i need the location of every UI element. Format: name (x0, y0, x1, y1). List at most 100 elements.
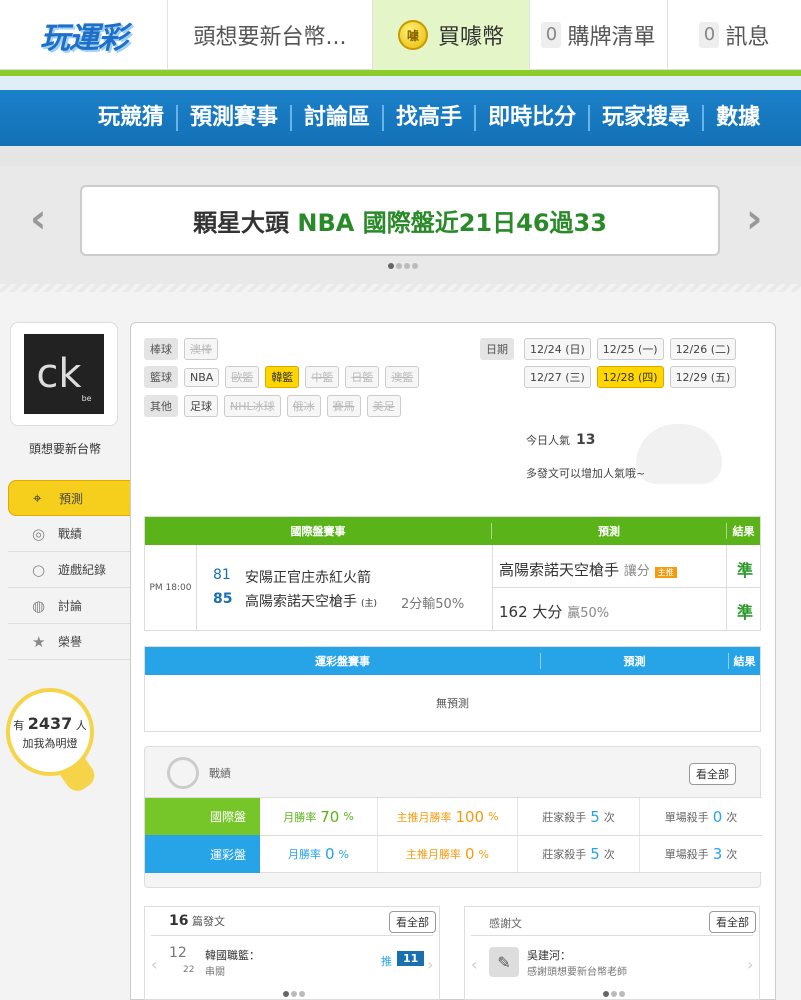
header-cell: 預測 (541, 653, 729, 669)
filter-chip[interactable]: 日籃 (345, 366, 380, 388)
filter-chip[interactable]: NBA (184, 367, 220, 387)
thanks-panel: 感謝文 看全部 ‹ › ✎ 吳建河： 感謝頭想要新台幣老師 (464, 906, 760, 1000)
menu-item-record[interactable]: ◎ 戰績 (8, 516, 130, 552)
nav-item-player-search[interactable]: 玩家搜尋 (588, 105, 702, 131)
banner-prev-icon[interactable]: ‹ (30, 196, 46, 242)
popularity-note: 多發文可以增加人氣哦~ (526, 467, 646, 480)
table-header: 國際盤賽事 預測 結果 (145, 517, 760, 545)
pick-divider (493, 587, 728, 588)
date-chip[interactable]: 12/27 (三) (524, 366, 591, 388)
avatar[interactable]: ck be (10, 322, 118, 426)
stat-value: 5 (590, 845, 600, 863)
stat-label: 主推月勝率 (396, 810, 452, 824)
stat-value: 100 (455, 807, 485, 826)
banner-prefix: 顆星大頭 (193, 209, 290, 237)
menu-item-discuss[interactable]: ◍ 討論 (8, 588, 130, 624)
thanks-author-avatar-icon[interactable]: ✎ (489, 947, 519, 977)
team1-score: 81 (213, 567, 231, 583)
table-header: 運彩盤賽事 預測 結果 (145, 647, 760, 675)
posts-prev-icon[interactable]: ‹ (151, 955, 157, 974)
date-label: 日期 (480, 338, 514, 360)
pager-dot[interactable] (404, 263, 410, 269)
date-chip[interactable]: 12/24 (日) (524, 338, 591, 360)
record-panel: 戰績 看全部 國際盤 月勝率 70% 主推月勝率 100% 莊家殺手 5 次 單場殺手 0… (144, 746, 762, 888)
date-chip[interactable]: 12/26 (二) (669, 338, 737, 360)
posts-next-icon[interactable]: › (427, 955, 433, 974)
cart-button[interactable]: 0 購牌清單 (530, 0, 668, 70)
discuss-icon: ◍ (32, 596, 46, 615)
cart-label: 購牌清單 (567, 25, 656, 50)
nav-item-experts[interactable]: 找高手 (382, 105, 474, 131)
menu-item-game-log[interactable]: ○ 遊戲紀錄 (8, 552, 130, 588)
profile-name: 頭想要新台幣 (28, 442, 101, 456)
filter-chip[interactable]: NHL冰球 (224, 395, 281, 417)
nav-item-forum[interactable]: 討論區 (290, 105, 382, 131)
nav-item-predict[interactable]: 預測賽事 (176, 105, 290, 131)
pager-dot[interactable] (388, 263, 394, 269)
header-cell: 運彩盤賽事 (145, 653, 541, 669)
stat-value: 3 (712, 845, 723, 863)
banner-next-icon[interactable]: › (746, 196, 762, 242)
record-row-lottery: 運彩盤 月勝率 0% 主推月勝率 0% 莊家殺手 5 次 單場殺手 3 次 (145, 835, 762, 873)
thanks-title: 感謝文 (489, 917, 522, 930)
post-title[interactable]: 韓國職籃： (205, 947, 260, 963)
messages-button[interactable]: 0 訊息 (668, 0, 801, 70)
filter-label: 其他 (144, 395, 178, 417)
stat-label: 莊家殺手 (542, 810, 587, 824)
thanks-view-all-button[interactable]: 看全部 (709, 911, 756, 933)
record-tag: 運彩盤 (145, 835, 260, 873)
team2-line: 高陽索諾天空槍手 (主) (245, 591, 377, 611)
stat-value: 70 (320, 807, 340, 826)
nav-item-live-score[interactable]: 即時比分 (474, 105, 588, 131)
filter-chip[interactable]: 美足 (366, 395, 401, 417)
pager-dot[interactable] (603, 991, 609, 997)
fans-count-line: 有 2437 人 (13, 714, 87, 733)
filter-chip[interactable]: 歐籃 (225, 366, 260, 388)
pick2-value: 162 大分 (499, 603, 563, 621)
filter-chip[interactable]: 澳籃 (385, 366, 420, 388)
nav-item-data[interactable]: 數據 (702, 105, 772, 131)
follow-bulb-button[interactable]: 有 2437 人 加我為明燈 (6, 688, 94, 776)
pager-dot[interactable] (283, 991, 289, 997)
featured-win-rate: 主推月勝率 0% (378, 835, 518, 873)
menu-item-honor[interactable]: ★ 榮譽 (8, 624, 130, 660)
filter-chip[interactable]: 俄冰 (286, 395, 321, 417)
filter-chip[interactable]: 澳棒 (184, 338, 218, 360)
pager-dot[interactable] (619, 991, 625, 997)
fans-suffix: 人 (75, 718, 87, 732)
record-view-all-button[interactable]: 看全部 (689, 763, 736, 785)
user-menu[interactable]: 頭想要新台幣... (168, 0, 373, 70)
pager-dot[interactable] (412, 263, 418, 269)
avatar-image: ck be (24, 334, 104, 414)
team2-score: 85 (213, 591, 233, 607)
intl-predictions-table: 國際盤賽事 預測 結果 PM 18:00 81 安陽正官庄赤紅火箭 85 高陽索… (144, 516, 761, 631)
filter-chip[interactable]: 足球 (184, 395, 218, 417)
stat-unit: % (343, 810, 354, 823)
thanks-prev-icon[interactable]: ‹ (471, 955, 477, 974)
fans-prefix: 有 (13, 718, 25, 732)
filter-chip-selected[interactable]: 韓籃 (265, 366, 300, 388)
pager-dot[interactable] (291, 991, 297, 997)
pager-dot[interactable] (299, 991, 305, 997)
thanks-text: 感謝頭想要新台幣老師 (527, 967, 627, 978)
date-chip[interactable]: 12/29 (五) (669, 366, 737, 388)
coin-icon: 噱 (397, 20, 428, 50)
stat-unit: % (478, 847, 489, 861)
menu-item-label: 戰績 (58, 527, 83, 541)
date-filter-row1: 日期 12/24 (日) 12/25 (一) 12/26 (二) (480, 338, 737, 360)
posts-view-all-button[interactable]: 看全部 (389, 911, 436, 933)
filter-chip[interactable]: 中籃 (305, 366, 340, 388)
pager-dot[interactable] (396, 263, 402, 269)
menu-item-predict[interactable]: ⌖ 預測 (8, 480, 136, 516)
thanks-next-icon[interactable]: › (747, 955, 753, 974)
menu-item-label: 預測 (59, 491, 84, 506)
nav-item-guess[interactable]: 玩競猜 (92, 105, 176, 131)
site-logo[interactable]: 玩運彩 (0, 0, 168, 70)
main-nav: 玩競猜 預測賽事 討論區 找高手 即時比分 玩家搜尋 數據 (0, 76, 801, 166)
filter-chip[interactable]: 賽馬 (326, 395, 361, 417)
pager-dot[interactable] (611, 991, 617, 997)
date-chip-selected[interactable]: 12/28 (四) (596, 366, 664, 388)
banner-slide[interactable]: 顆星大頭 NBA 國際盤近21日46過33 (80, 185, 720, 256)
buy-coins-button[interactable]: 噱買噱幣 (373, 0, 530, 70)
date-chip[interactable]: 12/25 (一) (596, 338, 664, 360)
